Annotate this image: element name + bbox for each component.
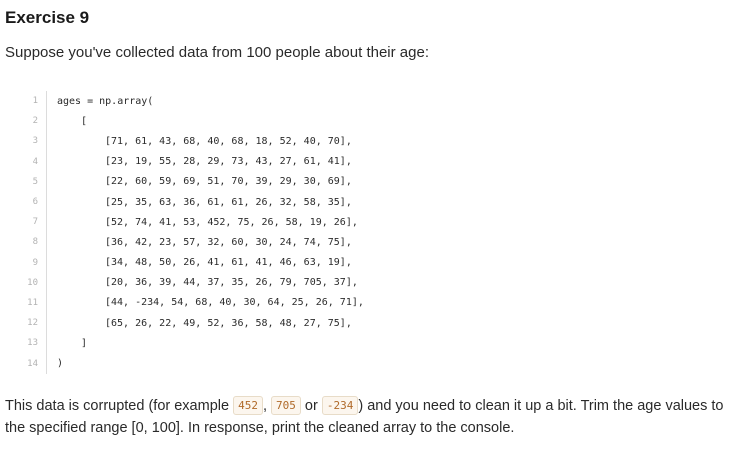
gutter-divider [46, 171, 47, 192]
code-text: [44, -234, 54, 68, 40, 30, 64, 25, 26, 7… [105, 297, 364, 309]
code-text: [ [81, 115, 88, 127]
line-number: 2 [32, 116, 38, 127]
gutter-divider [46, 333, 47, 354]
gutter-divider [46, 252, 47, 273]
code-text: [52, 74, 41, 53, 452, 75, 26, 58, 19, 26… [105, 216, 358, 228]
gutter-divider [46, 91, 47, 112]
outro-sep-1: , [262, 398, 272, 414]
code-text: ) [57, 358, 64, 370]
line-number: 11 [27, 297, 38, 308]
code-line: 7 [52, 74, 41, 53, 452, 75, 26, 58, 19, 2… [24, 212, 624, 233]
inline-code-example-3: -234 [321, 396, 359, 415]
line-number: 3 [32, 136, 38, 147]
code-text: ] [81, 337, 88, 349]
code-line: 13] [24, 333, 624, 354]
line-number: 9 [32, 257, 38, 268]
code-block: 1 ages = np.array(2[3 [71, 61, 43, 68, 40,… [24, 91, 624, 374]
code-text: [20, 36, 39, 44, 37, 35, 26, 79, 705, 37… [105, 277, 358, 289]
line-number: 10 [27, 277, 38, 288]
outro-sep-2: or [300, 398, 322, 414]
outro-paragraph: This data is corrupted (for example 452,… [5, 395, 745, 439]
gutter-divider [46, 232, 47, 253]
code-text: [71, 61, 43, 68, 40, 68, 18, 52, 40, 70]… [105, 135, 352, 147]
code-text: [22, 60, 59, 69, 51, 70, 39, 29, 30, 69]… [105, 176, 352, 188]
gutter-divider [46, 212, 47, 233]
code-text: [36, 42, 23, 57, 32, 60, 30, 24, 74, 75]… [105, 236, 352, 248]
line-number: 14 [27, 358, 38, 369]
gutter-divider [46, 292, 47, 314]
code-line: 3 [71, 61, 43, 68, 40, 68, 18, 52, 40, 70… [24, 131, 624, 152]
code-text: [65, 26, 22, 49, 52, 36, 58, 48, 27, 75]… [105, 317, 352, 329]
code-line: 1 ages = np.array( [24, 91, 624, 112]
code-line: 2[ [24, 111, 624, 132]
code-text: [34, 48, 50, 26, 41, 61, 41, 46, 63, 19]… [105, 257, 352, 269]
gutter-divider [46, 151, 47, 172]
exercise-title: Exercise 9 [5, 8, 90, 27]
line-number: 1 [32, 96, 38, 107]
code-text: ages = np.array( [57, 95, 154, 107]
gutter-divider [46, 131, 47, 152]
gutter-divider [46, 191, 47, 213]
code-line: 4 [23, 19, 55, 28, 29, 73, 43, 27, 61, 41… [24, 151, 624, 172]
code-line: 6 [25, 35, 63, 36, 61, 61, 26, 32, 58, 35… [24, 191, 624, 213]
intro-text: Suppose you've collected data from 100 p… [5, 44, 429, 61]
code-line: 11 [44, -234, 54, 68, 40, 30, 64, 25, 26,… [24, 292, 624, 314]
inline-code-example-2: 705 [271, 396, 301, 415]
line-number: 8 [32, 237, 38, 248]
inline-code-example-1: 452 [233, 396, 263, 415]
line-number: 7 [32, 217, 38, 228]
code-line: 8 [36, 42, 23, 57, 32, 60, 30, 24, 74, 75… [24, 232, 624, 253]
line-number: 6 [32, 197, 38, 208]
code-text: [23, 19, 55, 28, 29, 73, 43, 27, 61, 41]… [105, 156, 352, 168]
line-number: 12 [27, 318, 38, 329]
gutter-divider [46, 111, 47, 132]
gutter-divider [46, 272, 47, 293]
line-number: 13 [27, 338, 38, 349]
code-line: 14) [24, 353, 624, 374]
line-number: 5 [32, 176, 38, 187]
gutter-divider [46, 353, 47, 374]
code-line: 12 [65, 26, 22, 49, 52, 36, 58, 48, 27, 7… [24, 313, 624, 334]
gutter-divider [46, 313, 47, 334]
code-line: 10 [20, 36, 39, 44, 37, 35, 26, 79, 705, … [24, 272, 624, 293]
code-line: 5 [22, 60, 59, 69, 51, 70, 39, 29, 30, 69… [24, 171, 624, 192]
code-text: [25, 35, 63, 36, 61, 61, 26, 32, 58, 35]… [105, 196, 352, 208]
line-number: 4 [32, 156, 38, 167]
outro-text-before: This data is corrupted (for example [5, 398, 234, 414]
code-line: 9 [34, 48, 50, 26, 41, 61, 41, 46, 63, 19… [24, 252, 624, 273]
